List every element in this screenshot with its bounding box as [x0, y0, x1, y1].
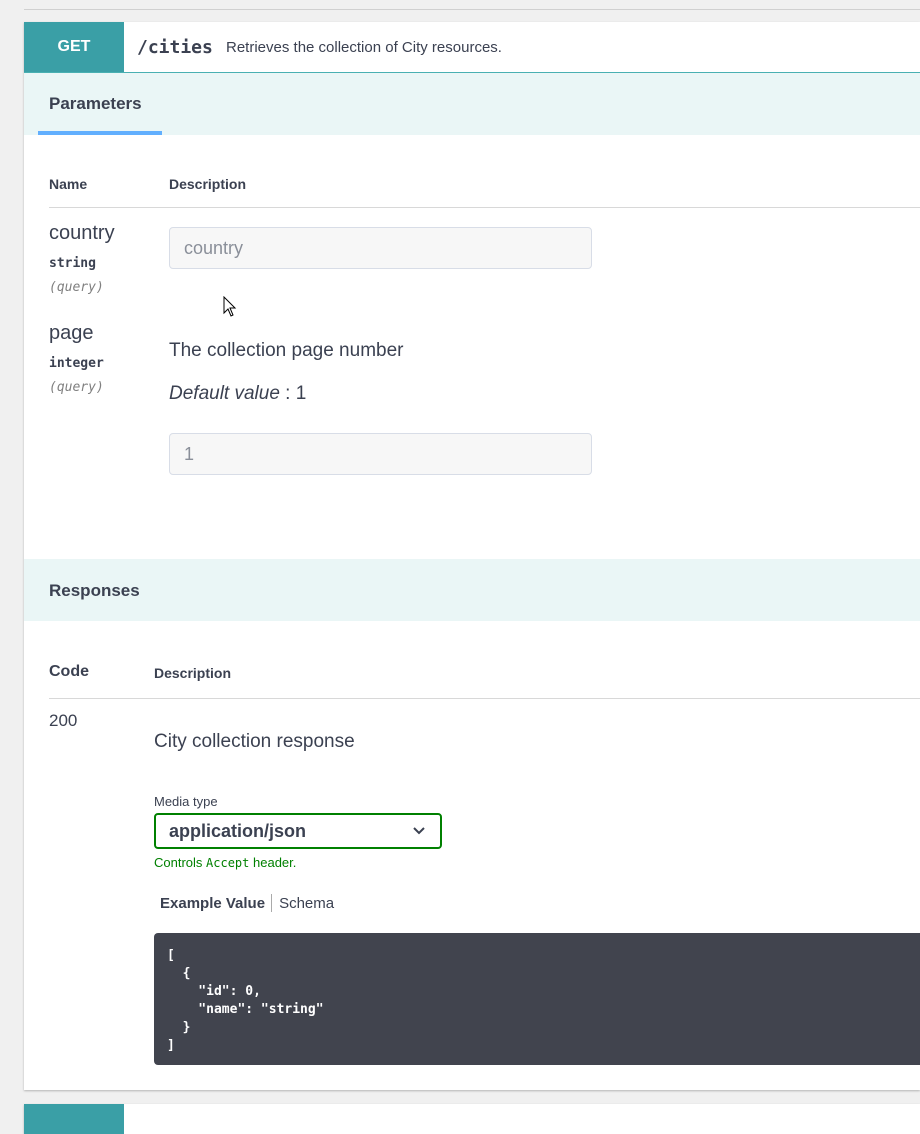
- default-value: 1: [295, 383, 307, 404]
- param-name-country: country: [49, 222, 115, 244]
- param-type-page: integer: [49, 356, 104, 371]
- parameters-header-divider: [49, 207, 920, 208]
- media-type-select[interactable]: application/json: [154, 813, 442, 849]
- tab-parameters[interactable]: Parameters: [49, 94, 142, 114]
- param-default-page: Default value : 1: [169, 383, 306, 405]
- parameters-col-description: Description: [169, 176, 247, 192]
- param-in-page: (query): [49, 380, 104, 395]
- active-tab-indicator: [38, 131, 162, 135]
- param-description-page: The collection page number: [169, 340, 404, 361]
- top-divider: [24, 9, 920, 10]
- default-value-separator: :: [279, 383, 296, 404]
- media-type-value: application/json: [169, 820, 307, 841]
- page-input[interactable]: [169, 433, 592, 475]
- param-type-country: string: [49, 256, 96, 271]
- responses-col-description: Description: [154, 665, 232, 681]
- controls-accept-header-note: Controls Accept header.: [154, 855, 296, 870]
- operation-path: /cities: [137, 37, 213, 58]
- parameters-col-name: Name: [49, 176, 88, 192]
- http-method-badge: GET: [24, 22, 124, 72]
- chevron-down-icon: [413, 827, 425, 835]
- controls-prefix: Controls: [154, 855, 207, 870]
- default-value-label: Default value: [169, 383, 280, 404]
- operation-summary-header[interactable]: GET /cities Retrieves the collection of …: [24, 22, 920, 73]
- response-code: 200: [49, 711, 78, 730]
- param-in-country: (query): [49, 280, 104, 295]
- mouse-cursor-icon: [223, 296, 237, 317]
- operation-block-get-cities: GET /cities Retrieves the collection of …: [24, 22, 920, 1090]
- controls-code: Accept: [206, 856, 250, 870]
- param-name-page: page: [49, 322, 94, 344]
- media-type-label: Media type: [154, 794, 218, 809]
- responses-title: Responses: [49, 581, 140, 600]
- country-input[interactable]: [169, 227, 592, 269]
- next-operation-method-badge: [24, 1104, 124, 1134]
- responses-header-divider: [49, 698, 920, 699]
- responses-section-header: Responses: [24, 559, 920, 621]
- tab-example-value[interactable]: Example Value: [160, 895, 271, 912]
- responses-col-code: Code: [49, 663, 89, 680]
- controls-suffix: header.: [249, 855, 297, 870]
- operation-summary: Retrieves the collection of City resourc…: [226, 39, 502, 56]
- response-description: City collection response: [154, 731, 355, 752]
- parameters-section-header: Parameters: [24, 73, 920, 135]
- next-operation-block[interactable]: [24, 1104, 920, 1134]
- example-value-code: [ { "id": 0, "name": "string" } ]: [154, 933, 920, 1065]
- tab-schema[interactable]: Schema: [279, 895, 334, 912]
- example-schema-tabs: Example Value Schema: [160, 894, 334, 912]
- tab-separator: [271, 894, 273, 912]
